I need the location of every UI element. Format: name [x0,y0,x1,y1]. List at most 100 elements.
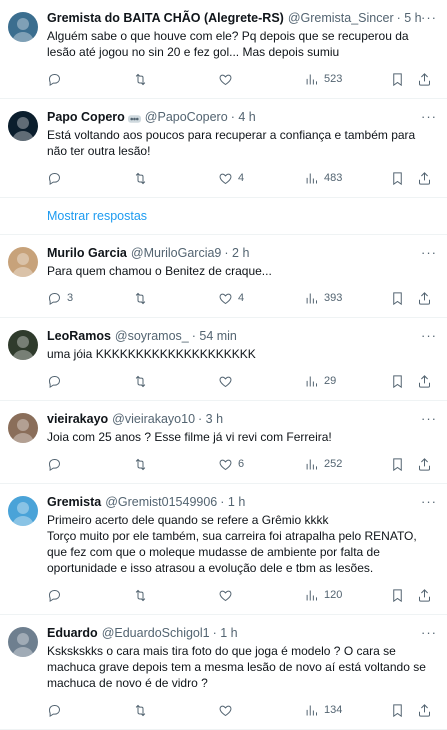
share-button[interactable] [417,588,432,603]
author-handle[interactable]: @Gremist01549906 [105,494,217,510]
like-button[interactable] [218,588,238,603]
tweet[interactable]: Papo Copero @PapoCopero · 4 h ··· Está volta… [0,99,447,198]
views-button[interactable]: 393 [304,291,342,306]
views-button[interactable]: 523 [304,72,342,87]
reply-icon [47,374,62,389]
author-handle[interactable]: @Gremista_Sincer [288,10,394,26]
views-button[interactable]: 134 [304,703,342,718]
author-handle[interactable]: @soyramos_ [115,328,189,344]
tweet-time[interactable]: · 1 h [213,625,238,641]
tweet[interactable]: Gremista do BAITA CHÃO (Alegrete-RS) @Gre… [0,0,447,99]
tweet-time[interactable]: · 1 h [220,494,245,510]
more-icon[interactable]: ··· [421,109,437,124]
author-handle[interactable]: @vieirakayo10 [112,411,195,427]
retweet-button[interactable] [133,457,153,472]
retweet-button[interactable] [133,171,153,186]
tweet[interactable]: Murilo Garcia @MuriloGarcia9 · 2 h ··· Para … [0,235,447,318]
tweet[interactable]: LeoRamos @soyramos_ · 54 min ··· uma jóia KK… [0,318,447,401]
reply-button[interactable] [47,588,67,603]
views-button[interactable]: 29 [304,374,336,389]
like-button[interactable]: 6 [218,457,244,472]
avatar[interactable] [8,111,38,141]
reply-icon [47,291,62,306]
retweet-button[interactable] [133,291,153,306]
tweet-header: Gremista @Gremist01549906 · 1 h [47,484,437,510]
author-name[interactable]: LeoRamos [47,328,111,344]
avatar[interactable] [8,627,38,657]
bookmark-button[interactable] [390,703,405,718]
author-name[interactable]: Gremista [47,494,101,510]
views-button[interactable]: 120 [304,588,342,603]
bookmark-button[interactable] [390,72,405,87]
bookmark-button[interactable] [390,291,405,306]
author-name[interactable]: Papo Copero [47,109,125,125]
author-handle[interactable]: @EduardoSchigol1 [102,625,210,641]
views-button[interactable]: 252 [304,457,342,472]
tweet-actions: 134 [47,699,437,721]
author-name[interactable]: vieirakayo [47,411,108,427]
tweet-header: vieirakayo @vieirakayo10 · 3 h [47,401,437,427]
retweet-button[interactable] [133,588,153,603]
avatar[interactable] [8,496,38,526]
more-icon[interactable]: ··· [421,245,437,260]
reply-button[interactable]: 3 [47,291,73,306]
author-name[interactable]: Gremista do BAITA CHÃO (Alegrete-RS) [47,10,284,26]
reply-button[interactable] [47,171,67,186]
reply-button[interactable] [47,457,67,472]
author-name[interactable]: Murilo Garcia [47,245,127,261]
like-button[interactable]: 4 [218,291,244,306]
avatar[interactable] [8,413,38,443]
more-icon[interactable]: ··· [421,328,437,343]
show-replies-link[interactable]: Mostrar respostas [0,198,447,235]
bookmark-icon [390,374,405,389]
like-button[interactable] [218,703,238,718]
bookmark-button[interactable] [390,588,405,603]
reply-button[interactable] [47,72,67,87]
retweet-icon [133,291,148,306]
bookmark-button[interactable] [390,171,405,186]
views-button[interactable]: 483 [304,171,342,186]
reply-button[interactable] [47,703,67,718]
share-icon [417,588,432,603]
like-button[interactable]: 4 [218,171,244,186]
tweet[interactable]: Eduardo @EduardoSchigol1 · 1 h ··· Kskskskks… [0,615,447,730]
more-icon[interactable]: ··· [421,10,437,25]
share-button[interactable] [417,72,432,87]
share-button[interactable] [417,457,432,472]
author-name[interactable]: Eduardo [47,625,98,641]
retweet-button[interactable] [133,374,153,389]
like-button[interactable] [218,72,238,87]
author-handle[interactable]: @PapoCopero [145,109,228,125]
tweet-actions: 523 [47,68,437,90]
bookmark-button[interactable] [390,374,405,389]
tweet-time[interactable]: · 4 h [231,109,256,125]
bookmark-icon [390,457,405,472]
share-button[interactable] [417,703,432,718]
reply-count: 3 [67,292,74,304]
retweet-button[interactable] [133,72,153,87]
tweet-time[interactable]: · 5 h [397,10,422,26]
heart-icon [218,171,233,186]
tweet[interactable]: vieirakayo @vieirakayo10 · 3 h ··· Joia com … [0,401,447,484]
heart-icon [218,374,233,389]
avatar[interactable] [8,330,38,360]
share-button[interactable] [417,171,432,186]
like-button[interactable] [218,374,238,389]
reply-button[interactable] [47,374,67,389]
bookmark-button[interactable] [390,457,405,472]
tweet-time[interactable]: · 54 min [192,328,237,344]
reply-icon [47,171,62,186]
avatar[interactable] [8,247,38,277]
tweet[interactable]: Gremista @Gremist01549906 · 1 h ··· Primeiro… [0,484,447,615]
share-button[interactable] [417,374,432,389]
more-icon[interactable]: ··· [421,494,437,509]
share-icon [417,374,432,389]
more-icon[interactable]: ··· [421,411,437,426]
author-handle[interactable]: @MuriloGarcia9 [131,245,222,261]
tweet-time[interactable]: · 3 h [198,411,223,427]
share-button[interactable] [417,291,432,306]
tweet-time[interactable]: · 2 h [224,245,249,261]
more-icon[interactable]: ··· [421,625,437,640]
retweet-button[interactable] [133,703,153,718]
avatar[interactable] [8,12,38,42]
